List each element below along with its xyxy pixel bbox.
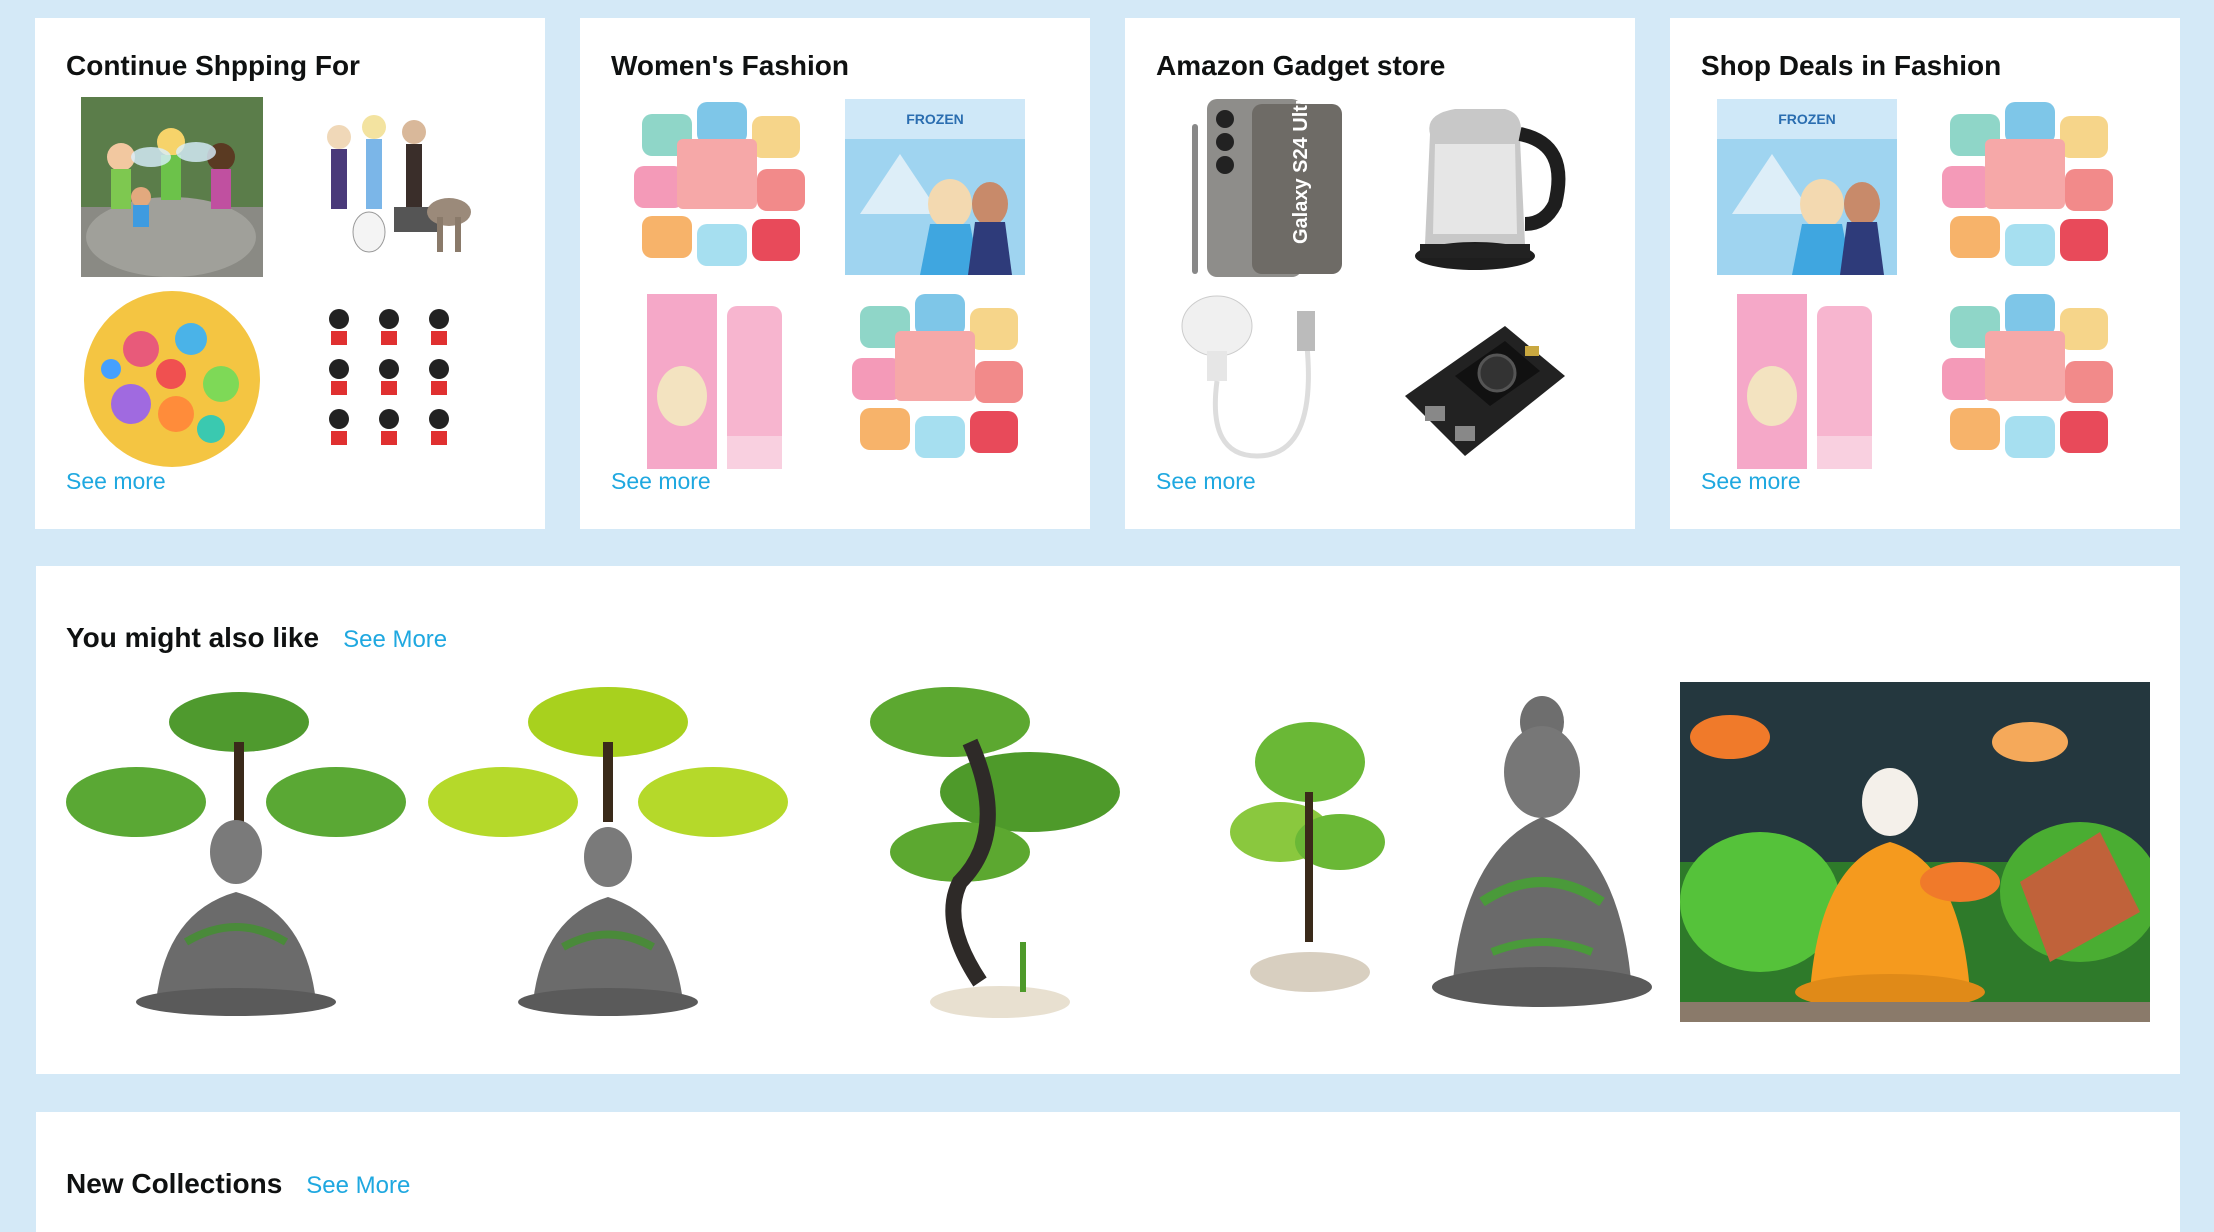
fairy-figurines-icon[interactable]	[66, 92, 278, 282]
usb-bulb-icon[interactable]	[1156, 284, 1368, 474]
sticker-pack-icon[interactable]	[66, 284, 278, 474]
new-collections-section: New Collections See More	[36, 1112, 2180, 1232]
card-row: Continue Shpping For See more Women's Fa…	[35, 18, 2181, 529]
buddha-bonsai-icon[interactable]	[66, 682, 412, 1022]
card-deals-fashion: Shop Deals in Fashion FROZEN See more	[1670, 18, 2180, 529]
section-title: New Collections	[66, 1168, 283, 1199]
small-plant-icon[interactable]	[1220, 682, 1400, 1022]
section-header: You might also like See More	[66, 622, 447, 654]
phone-label: Galaxy S24 Ultra	[1290, 94, 1312, 244]
aquarium-buddha-icon[interactable]	[1680, 682, 2150, 1022]
card-title: Continue Shpping For	[66, 50, 360, 81]
see-more-link[interactable]: See more	[611, 468, 711, 495]
see-more-link[interactable]: See more	[1701, 468, 1801, 495]
electric-kettle-icon[interactable]	[1374, 92, 1586, 282]
card-grid: FROZEN	[611, 92, 1060, 474]
frozen-box-icon[interactable]: FROZEN	[1701, 92, 1913, 282]
frozen-logo: FROZEN	[1778, 111, 1836, 127]
see-more-link[interactable]: See More	[306, 1172, 410, 1200]
buddha-statue-icon[interactable]	[1412, 682, 1672, 1022]
princess-compacts-icon[interactable]	[611, 92, 823, 282]
card-gadget-store: Amazon Gadget store Galaxy S24 Ultra See…	[1125, 18, 1635, 529]
card-title: Women's Fashion	[611, 50, 849, 81]
circuit-board-icon[interactable]	[1374, 284, 1586, 474]
card-title: Shop Deals in Fashion	[1701, 50, 2002, 81]
see-more-link[interactable]: See More	[343, 626, 447, 654]
frozen-figures-icon[interactable]	[284, 92, 496, 282]
princess-compacts-icon[interactable]	[1919, 92, 2131, 282]
frozen-box-icon[interactable]: FROZEN	[829, 92, 1041, 282]
mickey-stickers-icon[interactable]	[284, 284, 496, 474]
section-header: New Collections See More	[66, 1168, 410, 1200]
frozen-logo: FROZEN	[906, 111, 964, 127]
card-title: Amazon Gadget store	[1156, 50, 1446, 81]
card-grid: Galaxy S24 Ultra	[1156, 92, 1605, 474]
frozen-tube-icon[interactable]	[1701, 284, 1913, 474]
card-grid	[66, 92, 515, 474]
section-title: You might also like	[66, 622, 320, 653]
princess-compacts-icon[interactable]	[829, 284, 1041, 474]
card-grid: FROZEN	[1701, 92, 2150, 474]
product-strip	[66, 682, 2150, 1022]
card-womens-fashion: Women's Fashion FROZEN See more	[580, 18, 1090, 529]
frozen-tube-icon[interactable]	[611, 284, 823, 474]
recommendations-section: You might also like See More	[36, 566, 2180, 1074]
princess-compacts-icon[interactable]	[1919, 284, 2131, 474]
galaxy-phone-icon[interactable]: Galaxy S24 Ultra	[1156, 92, 1368, 282]
see-more-link[interactable]: See more	[1156, 468, 1256, 495]
bonsai-tree-icon[interactable]	[850, 682, 1150, 1022]
card-continue-shopping: Continue Shpping For See more	[35, 18, 545, 529]
buddha-bonsai-yellow-icon[interactable]	[428, 682, 788, 1022]
see-more-link[interactable]: See more	[66, 468, 166, 495]
